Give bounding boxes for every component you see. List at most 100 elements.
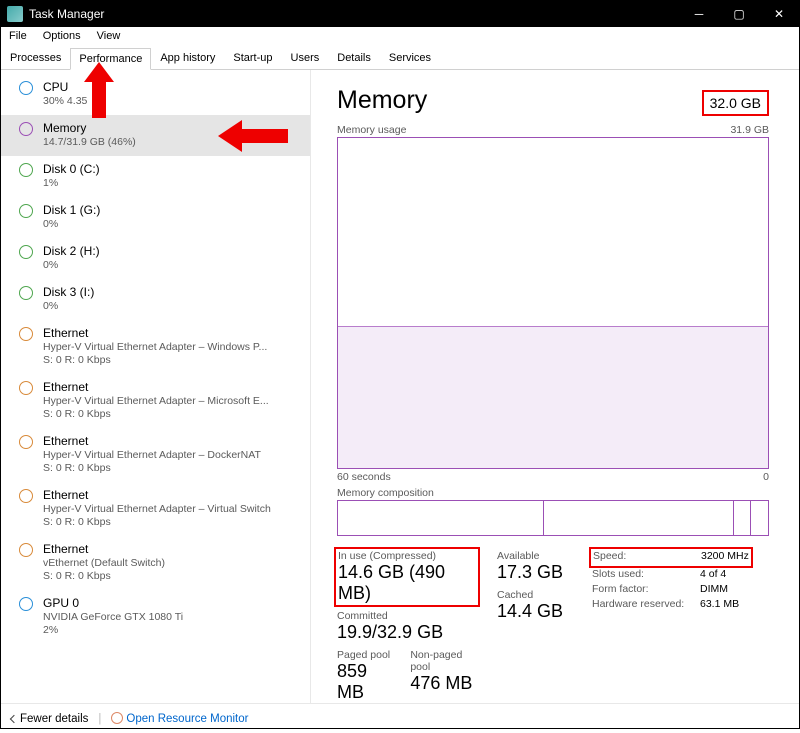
annotation-arrow-right-icon	[218, 120, 288, 152]
open-resource-monitor-link[interactable]: Open Resource Monitor	[111, 712, 248, 725]
menu-bar: File Options View	[1, 27, 799, 47]
menu-file[interactable]: File	[1, 27, 35, 47]
comp-label: Memory composition	[337, 487, 434, 499]
sidebar-item-sub2: 2%	[43, 624, 300, 636]
nonpaged-value: 476 MB	[410, 673, 477, 694]
sidebar-item-disk-2-h--4[interactable]: Disk 2 (H:)0%	[1, 238, 310, 279]
window-title: Task Manager	[29, 7, 679, 21]
sidebar-item-ethernet-6[interactable]: EthernetHyper-V Virtual Ethernet Adapter…	[1, 320, 310, 374]
memory-total: 32.0 GB	[702, 90, 769, 116]
sidebar-item-name: Disk 3 (I:)	[43, 285, 300, 299]
menu-options[interactable]: Options	[35, 27, 89, 47]
sidebar-item-sub: Hyper-V Virtual Ethernet Adapter – Micro…	[43, 395, 300, 407]
status-ring-icon	[19, 245, 33, 259]
sidebar-item-name: Disk 0 (C:)	[43, 162, 300, 176]
status-ring-icon	[19, 543, 33, 557]
available-value: 17.3 GB	[497, 562, 572, 583]
cached-value: 14.4 GB	[497, 601, 572, 622]
sidebar-item-disk-3-i--5[interactable]: Disk 3 (I:)0%	[1, 279, 310, 320]
chart-xleft: 60 seconds	[337, 471, 391, 483]
sidebar-item-name: Ethernet	[43, 488, 300, 502]
sidebar-item-name: Ethernet	[43, 326, 300, 340]
form-label: Form factor:	[592, 583, 700, 595]
minimize-button[interactable]: ─	[679, 1, 719, 27]
close-button[interactable]: ✕	[759, 1, 799, 27]
window-titlebar: Task Manager ─ ▢ ✕	[1, 1, 799, 27]
status-ring-icon	[19, 204, 33, 218]
sidebar-item-sub: 0%	[43, 300, 300, 312]
hw-value: 63.1 MB	[700, 598, 739, 610]
cached-label: Cached	[497, 589, 572, 601]
memory-composition-chart	[337, 500, 769, 536]
status-ring-icon	[19, 327, 33, 341]
sidebar-item-name: Disk 1 (G:)	[43, 203, 300, 217]
fewer-details-button[interactable]: Fewer details	[11, 713, 88, 725]
sidebar-item-name: Ethernet	[43, 380, 300, 394]
status-ring-icon	[19, 122, 33, 136]
committed-label: Committed	[337, 610, 477, 622]
sidebar-item-sub2: S: 0 R: 0 Kbps	[43, 462, 300, 474]
available-label: Available	[497, 550, 572, 562]
sidebar-item-sub: vEthernet (Default Switch)	[43, 557, 300, 569]
sidebar-item-ethernet-9[interactable]: EthernetHyper-V Virtual Ethernet Adapter…	[1, 482, 310, 536]
status-ring-icon	[19, 381, 33, 395]
chart-max: 31.9 GB	[730, 124, 769, 136]
sidebar-item-gpu-0-11[interactable]: GPU 0NVIDIA GeForce GTX 1080 Ti2%	[1, 590, 310, 644]
sidebar-item-disk-1-g--3[interactable]: Disk 1 (G:)0%	[1, 197, 310, 238]
status-ring-icon	[19, 489, 33, 503]
in-use-value: 14.6 GB (490 MB)	[338, 562, 476, 604]
sidebar-item-sub: Hyper-V Virtual Ethernet Adapter – Windo…	[43, 341, 300, 353]
chart-label: Memory usage	[337, 124, 406, 136]
chevron-up-icon	[10, 714, 18, 722]
hw-label: Hardware reserved:	[592, 598, 700, 610]
sidebar-item-name: Ethernet	[43, 434, 300, 448]
sidebar-item-ethernet-7[interactable]: EthernetHyper-V Virtual Ethernet Adapter…	[1, 374, 310, 428]
sidebar-item-ethernet-10[interactable]: EthernetvEthernet (Default Switch)S: 0 R…	[1, 536, 310, 590]
memory-usage-chart	[337, 137, 769, 469]
annotation-arrow-up-icon	[84, 62, 114, 118]
sidebar-item-sub: Hyper-V Virtual Ethernet Adapter – Virtu…	[43, 503, 300, 515]
app-icon	[7, 6, 23, 22]
tab-bar: Processes Performance App history Start-…	[1, 47, 799, 70]
sidebar-item-sub: NVIDIA GeForce GTX 1080 Ti	[43, 611, 300, 623]
tab-app-history[interactable]: App history	[151, 47, 224, 69]
tab-processes[interactable]: Processes	[1, 47, 70, 69]
speed-value: 3200 MHz	[701, 550, 749, 562]
tab-startup[interactable]: Start-up	[224, 47, 281, 69]
nonpaged-label: Non-paged pool	[410, 649, 477, 673]
maximize-button[interactable]: ▢	[719, 1, 759, 27]
sidebar-item-name: Disk 2 (H:)	[43, 244, 300, 258]
speed-label: Speed:	[593, 550, 701, 562]
in-use-label: In use (Compressed)	[338, 550, 476, 562]
form-value: DIMM	[700, 583, 728, 595]
sidebar-item-sub: 30% 4.35	[43, 95, 300, 107]
sidebar-item-sub2: S: 0 R: 0 Kbps	[43, 516, 300, 528]
sidebar-item-sub: Hyper-V Virtual Ethernet Adapter – Docke…	[43, 449, 300, 461]
sidebar-item-sub2: S: 0 R: 0 Kbps	[43, 408, 300, 420]
paged-value: 859 MB	[337, 661, 392, 703]
page-title: Memory	[337, 86, 427, 115]
sidebar-item-disk-0-c--2[interactable]: Disk 0 (C:)1%	[1, 156, 310, 197]
tab-services[interactable]: Services	[380, 47, 440, 69]
memory-info-table: Speed:3200 MHz Slots used:4 of 4 Form fa…	[592, 550, 750, 709]
sidebar-item-name: GPU 0	[43, 596, 300, 610]
sidebar-item-ethernet-8[interactable]: EthernetHyper-V Virtual Ethernet Adapter…	[1, 428, 310, 482]
menu-view[interactable]: View	[89, 27, 129, 47]
chart-xright: 0	[763, 471, 769, 483]
sidebar-item-cpu-0[interactable]: CPU30% 4.35	[1, 74, 310, 115]
status-ring-icon	[19, 286, 33, 300]
slots-label: Slots used:	[592, 568, 700, 580]
tab-users[interactable]: Users	[282, 47, 329, 69]
status-ring-icon	[19, 435, 33, 449]
sidebar-item-name: Ethernet	[43, 542, 300, 556]
sidebar-item-sub: 0%	[43, 259, 300, 271]
status-ring-icon	[19, 81, 33, 95]
sidebar-item-name: CPU	[43, 80, 300, 94]
status-ring-icon	[19, 597, 33, 611]
sidebar-item-sub2: S: 0 R: 0 Kbps	[43, 570, 300, 582]
sidebar-item-sub2: S: 0 R: 0 Kbps	[43, 354, 300, 366]
status-ring-icon	[19, 163, 33, 177]
committed-value: 19.9/32.9 GB	[337, 622, 477, 643]
tab-details[interactable]: Details	[328, 47, 380, 69]
sidebar-item-sub: 0%	[43, 218, 300, 230]
